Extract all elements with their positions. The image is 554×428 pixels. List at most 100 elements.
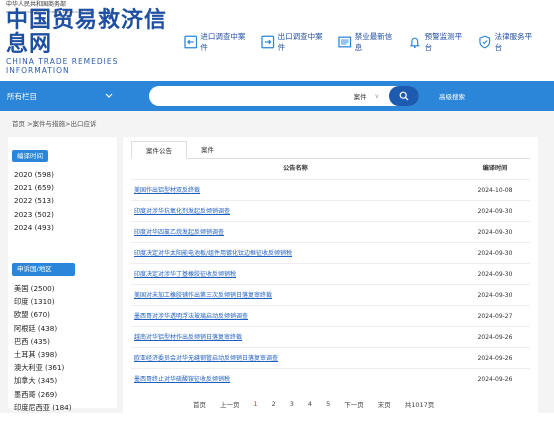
header-nav: 进口调查中案件 出口调查中案件 禁业最新信息 预警监测平台 法律服务平台 (184, 31, 548, 53)
page-number[interactable]: 5 (326, 400, 330, 408)
country-filter-item[interactable]: 印度尼西亚 (184) (12, 401, 113, 414)
chevron-down-icon (105, 93, 113, 98)
filter-sidebar: 编译时间 2020 (598) 2021 (659) 2022 (513) 20… (8, 137, 117, 412)
total-pages: 共1017页 (404, 401, 435, 409)
announcement-link[interactable]: 印度对涉华抗氧化剂发起反倾销调查 (131, 201, 460, 221)
table-body: 美国作出铝型材双反终裁 2024-10-08 印度对涉华抗氧化剂发起反倾销调查 20… (131, 179, 530, 389)
page-number[interactable]: 2 (272, 400, 276, 408)
year-filter-item[interactable]: 2023 (502) (12, 208, 113, 221)
country-filter-item[interactable]: 印度 (1310) (12, 295, 113, 308)
page-number-current[interactable]: 1 (254, 400, 258, 408)
announcement-link[interactable]: 墨西哥对涉华透明浮法玻璃启动反倾销调查 (131, 306, 460, 326)
next-page-button[interactable]: 下一页 (344, 399, 364, 409)
table-row: 美国作出铝型材双反终裁 2024-10-08 (131, 179, 530, 200)
announcement-date: 2024-09-30 (477, 292, 513, 299)
announcement-link[interactable]: 印度对华四氯乙烷发起反倾销调查 (131, 222, 460, 242)
table-row: 墨西哥对涉华透明浮法玻璃启动反倾销调查 2024-09-27 (131, 305, 530, 326)
country-filter-item[interactable]: 阿根廷 (438) (12, 322, 113, 335)
chevron-down-icon: ∨ (374, 92, 379, 100)
table-row: 越南对华铝型材作出反倾销日落复审终裁 2024-09-26 (131, 326, 530, 347)
table-row: 欧亚经济委员会对华无缝钢管启动反倾销日落复审调查 2024-09-26 (131, 347, 530, 368)
table-row: 印度决定对涉华丁基橡胶征收反倾销税 2024-09-30 (131, 263, 530, 284)
country-filter-item[interactable]: 美国 (2500) (12, 282, 113, 295)
export-case-icon (261, 35, 275, 49)
column-header-name: 公告名称 (283, 165, 308, 172)
table-header: 公告名称 编译时间 (131, 159, 530, 179)
tab-cases[interactable]: 案件 (187, 141, 228, 158)
year-filter-item[interactable]: 2022 (513) (12, 194, 113, 207)
news-label: 禁业最新信息 (354, 32, 393, 52)
breadcrumb: 首页 >案件与措施>出口应诉 (12, 120, 97, 128)
category-label: 所有栏目 (7, 91, 37, 101)
search-type-dropdown[interactable]: 案件 ∨ (353, 91, 379, 102)
search-bar: 所有栏目 案件 ∨ 高级搜索 (0, 81, 554, 111)
announcement-date: 2024-09-30 (477, 208, 513, 215)
search-box: 案件 ∨ (149, 86, 419, 106)
announcement-link[interactable]: 印度决定对华太阳能电池板/组件用镀化钛边框征收反倾销税 (131, 243, 460, 263)
year-filter-title: 编译时间 (12, 150, 48, 162)
legal-service-link[interactable]: 法律服务平台 (478, 31, 538, 53)
year-filter-list: 2020 (598) 2021 (659) 2022 (513) 2023 (5… (12, 168, 113, 234)
announcement-date: 2024-09-30 (477, 229, 513, 236)
announcement-link[interactable]: 印度决定对涉华丁基橡胶征收反倾销税 (131, 264, 460, 284)
prev-page-button[interactable]: 上一页 (220, 399, 240, 409)
announcement-link[interactable]: 越南对华铝型材作出反倾销日落复审终裁 (131, 327, 460, 347)
announcement-date: 2024-09-26 (477, 334, 513, 341)
country-filter-item[interactable]: 澳大利亚 (361) (12, 361, 113, 374)
table-row: 美国对未加工橡胶铺作出第三次反倾销日落复审终裁 2024-09-30 (131, 284, 530, 305)
announcement-link[interactable]: 墨西哥终止对华硫酸铵征收反倾销税 (131, 369, 460, 389)
legal-service-label: 法律服务平台 (494, 32, 533, 52)
import-case-label: 进口调查中案件 (200, 32, 246, 52)
results-panel: 案件公告 案件 公告名称 编译时间 美国作出铝型材双反终裁 2024-10-08 … (123, 137, 538, 417)
country-filter-item[interactable]: 土耳其 (398) (12, 348, 113, 361)
country-filter-item[interactable]: 加拿大 (345) (12, 374, 113, 387)
shield-icon (479, 35, 491, 49)
announcement-link[interactable]: 美国对未加工橡胶铺作出第三次反倾销日落复审终裁 (131, 285, 460, 305)
search-icon (399, 91, 409, 101)
result-tabs: 案件公告 案件 (131, 141, 530, 159)
country-filter-item[interactable]: 巴西 (435) (12, 335, 113, 348)
announcement-link[interactable]: 美国作出铝型材双反终裁 (131, 180, 460, 200)
column-header-date: 编译时间 (482, 165, 508, 172)
year-filter-item[interactable]: 2020 (598) (12, 168, 113, 181)
warning-platform-label: 预警监测平台 (424, 32, 463, 52)
announcement-link[interactable]: 欧亚经济委员会对华无缝钢管启动反倾销日落复审调查 (131, 348, 460, 368)
bell-icon (409, 37, 421, 49)
ministry-name: 中华人民共和国商务部 (6, 1, 67, 8)
page-number[interactable]: 4 (308, 400, 312, 408)
announcement-date: 2024-09-30 (477, 250, 513, 257)
warning-platform-link[interactable]: 预警监测平台 (408, 31, 468, 53)
search-input[interactable] (159, 87, 354, 105)
tab-announcements[interactable]: 案件公告 (131, 141, 187, 159)
import-case-link[interactable]: 进口调查中案件 (184, 31, 251, 53)
first-page-button[interactable]: 首页 (193, 399, 206, 409)
advanced-search-link[interactable]: 高级搜索 (439, 91, 465, 101)
announcement-date: 2024-09-30 (477, 271, 513, 278)
site-title: 中国贸易救济信息网 (6, 8, 168, 57)
site-header: 中国贸易救济信息网 CHINA TRADE REMEDIES INFORMATI… (0, 9, 554, 76)
news-link[interactable]: 禁业最新信息 (338, 31, 398, 53)
page-body: 首页 >案件与措施>出口应诉 编译时间 2020 (598) 2021 (659… (0, 111, 554, 417)
announcement-date: 2024-09-27 (477, 313, 513, 320)
announcement-date: 2024-09-26 (477, 376, 513, 383)
search-type-label: 案件 (353, 93, 367, 101)
country-filter-title: 申诉国/地区 (12, 263, 75, 277)
import-case-icon (184, 35, 198, 49)
table-row: 印度对涉华抗氧化剂发起反倾销调查 2024-09-30 (131, 200, 530, 221)
country-filter-item[interactable]: 墨西哥 (269) (12, 388, 113, 401)
site-logo[interactable]: 中国贸易救济信息网 CHINA TRADE REMEDIES INFORMATI… (6, 8, 176, 76)
export-case-label: 出口调查中案件 (277, 32, 323, 52)
category-dropdown[interactable]: 所有栏目 (7, 91, 127, 102)
pagination: 首页 上一页 1 2 3 4 5 下一页 末页 共1017页 (193, 399, 448, 409)
news-icon (338, 36, 352, 48)
year-filter-item[interactable]: 2024 (493) (12, 221, 113, 234)
country-filter-item[interactable]: 欧盟 (670) (12, 308, 113, 321)
last-page-button[interactable]: 末页 (378, 399, 391, 409)
page-number[interactable]: 3 (290, 400, 294, 408)
export-case-link[interactable]: 出口调查中案件 (261, 31, 328, 53)
year-filter-item[interactable]: 2021 (659) (12, 181, 113, 194)
table-row: 墨西哥终止对华硫酸铵征收反倾销税 2024-09-26 (131, 368, 530, 389)
country-filter-list: 美国 (2500) 印度 (1310) 欧盟 (670) 阿根廷 (438) 巴… (12, 282, 113, 414)
search-button[interactable] (389, 86, 419, 106)
table-row: 印度对华四氯乙烷发起反倾销调查 2024-09-30 (131, 221, 530, 242)
